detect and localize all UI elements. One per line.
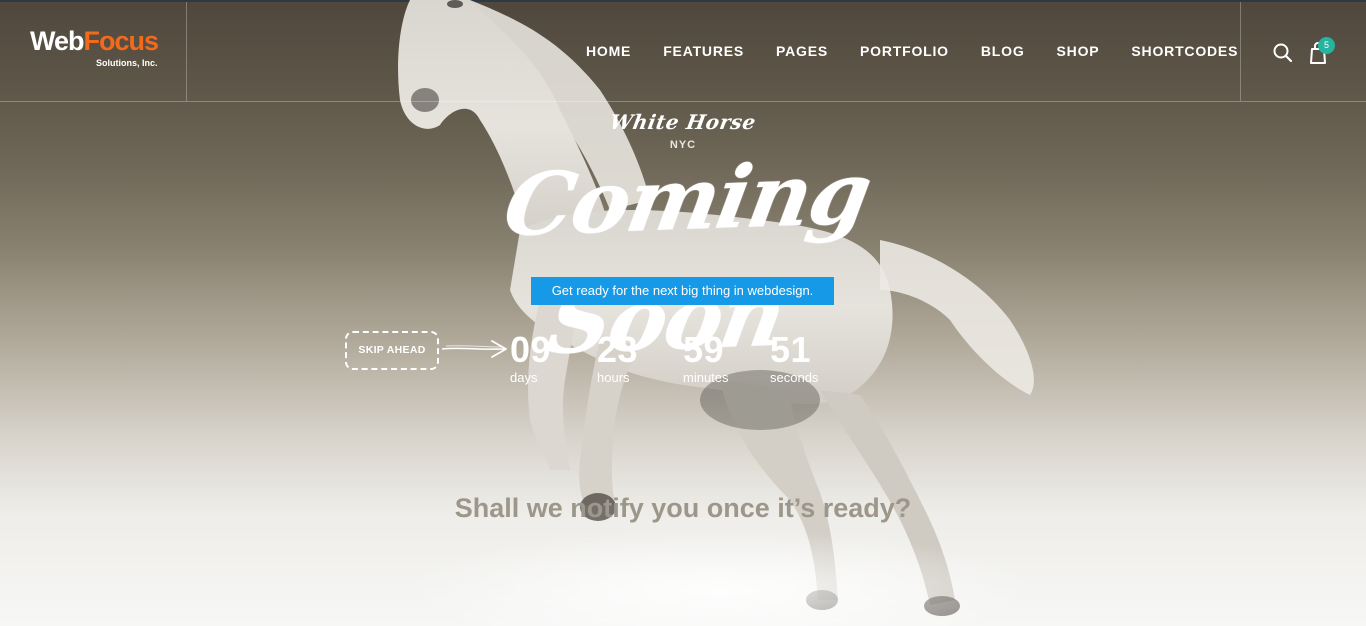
notify-heading: Shall we notify you once it’s ready? [454, 493, 912, 523]
main-nav: HOME FEATURES PAGES PORTFOLIO BLOG SHOP … [570, 40, 1254, 62]
countdown-days: 09 days [510, 330, 580, 386]
countdown-seconds: 51 seconds [770, 330, 840, 386]
countdown-seconds-value: 51 [770, 329, 812, 370]
logo[interactable]: WebFocus [30, 26, 160, 56]
search-icon[interactable] [1272, 42, 1294, 64]
nav-item-pages[interactable]: PAGES [776, 40, 828, 62]
skip-ahead-button[interactable]: SKIP AHEAD [345, 331, 439, 370]
countdown-seconds-label: seconds [770, 370, 819, 385]
brand-name: White Horse [607, 110, 759, 134]
nav-item-shortcodes[interactable]: SHORTCODES [1131, 40, 1238, 62]
nav-item-portfolio[interactable]: PORTFOLIO [860, 40, 949, 62]
countdown-hours-label: hours [597, 370, 630, 385]
countdown-minutes-value: 59 [683, 329, 725, 370]
countdown-days-value: 09 [510, 329, 552, 370]
countdown-days-label: days [510, 370, 538, 385]
tagline-banner: Get ready for the next big thing in webd… [531, 277, 834, 305]
nav-item-features[interactable]: FEATURES [663, 40, 744, 62]
arrow-right-icon [441, 340, 507, 358]
nav-item-home[interactable]: HOME [586, 40, 631, 62]
logo-word-web: Web [30, 26, 85, 56]
nav-item-shop[interactable]: SHOP [1057, 40, 1100, 62]
countdown-minutes: 59 minutes [683, 330, 753, 386]
coming-soon-headline: Coming Soon [496, 142, 878, 374]
cart-count-badge: 5 [1318, 37, 1335, 54]
logo-subtitle: Solutions, Inc. [96, 58, 158, 68]
logo-word-focus: Focus [83, 26, 160, 56]
logo-container[interactable]: WebFocus Solutions, Inc. [0, 2, 187, 101]
countdown-hours-value: 23 [597, 329, 639, 370]
site-header: WebFocus Solutions, Inc. HOME FEATURES P… [0, 2, 1366, 102]
nav-item-blog[interactable]: BLOG [981, 40, 1025, 62]
countdown-minutes-label: minutes [683, 370, 729, 385]
header-divider [1240, 2, 1241, 101]
countdown-hours: 23 hours [597, 330, 667, 386]
